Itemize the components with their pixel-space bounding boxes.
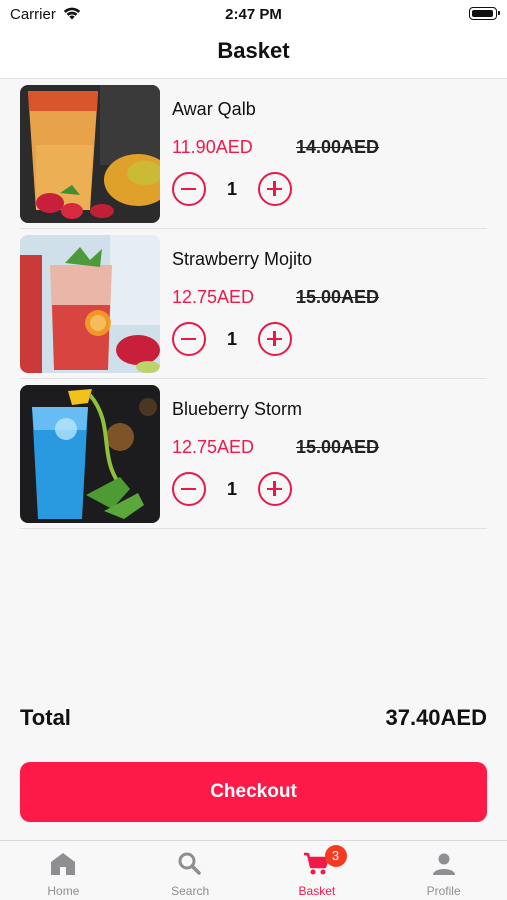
nav-header: Basket xyxy=(0,28,507,79)
search-icon xyxy=(178,852,201,875)
minus-icon xyxy=(181,187,196,190)
tab-search[interactable]: Search xyxy=(127,841,254,900)
item-price: 12.75AED xyxy=(172,437,255,457)
item-old-price: 15.00AED xyxy=(296,287,380,307)
item-quantity: 1 xyxy=(226,479,237,499)
clock: 2:47 PM xyxy=(225,6,282,23)
tab-label: Basket xyxy=(298,884,336,898)
item-name: Strawberry Mojito xyxy=(172,249,313,269)
item-price: 11.90AED xyxy=(172,137,253,157)
tab-profile[interactable]: Profile xyxy=(380,841,507,900)
product-image-blueberry-storm[interactable] xyxy=(20,385,160,523)
battery-icon xyxy=(469,7,500,20)
product-image-strawberry-mojito[interactable] xyxy=(20,235,160,373)
decrease-quantity-button[interactable] xyxy=(172,472,206,506)
item-name: Awar Qalb xyxy=(172,99,256,119)
minus-icon xyxy=(181,337,196,340)
tab-label: Search xyxy=(171,884,210,898)
basket-item: Strawberry Mojito 12.75AED 15.00AED 1 xyxy=(20,229,487,379)
item-name: Blueberry Storm xyxy=(172,399,303,419)
tab-bar: Home Search 3 Basket Profile xyxy=(0,840,507,900)
increase-quantity-button[interactable] xyxy=(258,322,292,356)
checkout-button[interactable]: Checkout xyxy=(20,762,487,822)
basket-list: Awar Qalb 11.90AED 14.00AED 1 Strawberry… xyxy=(20,79,487,529)
basket-item: Awar Qalb 11.90AED 14.00AED 1 xyxy=(20,79,487,229)
quantity-stepper: 1 xyxy=(172,472,322,506)
increase-quantity-button[interactable] xyxy=(258,472,292,506)
tab-home[interactable]: Home xyxy=(0,841,127,900)
quantity-stepper: 1 xyxy=(172,172,322,206)
cart-count-badge: 3 xyxy=(324,845,347,867)
basket-item: Blueberry Storm 12.75AED 15.00AED 1 xyxy=(20,379,487,529)
decrease-quantity-button[interactable] xyxy=(172,322,206,356)
quantity-stepper: 1 xyxy=(172,322,322,356)
tab-label: Profile xyxy=(426,884,461,898)
minus-icon xyxy=(181,487,196,490)
item-quantity: 1 xyxy=(226,329,237,349)
decrease-quantity-button[interactable] xyxy=(172,172,206,206)
product-image-awar-qalb[interactable] xyxy=(20,85,160,223)
total-value: 37.40AED xyxy=(385,705,487,730)
tab-label: Home xyxy=(47,884,80,898)
page-title: Basket xyxy=(217,38,290,63)
tab-basket[interactable]: 3 Basket xyxy=(254,841,381,900)
home-icon xyxy=(51,853,76,875)
item-quantity: 1 xyxy=(226,179,237,199)
person-icon xyxy=(432,853,455,875)
item-old-price: 14.00AED xyxy=(296,137,380,157)
item-price: 12.75AED xyxy=(172,287,255,307)
status-bar: Carrier 2:47 PM xyxy=(0,0,507,28)
increase-quantity-button[interactable] xyxy=(258,172,292,206)
total-label: Total xyxy=(20,705,71,730)
item-old-price: 15.00AED xyxy=(296,437,380,457)
